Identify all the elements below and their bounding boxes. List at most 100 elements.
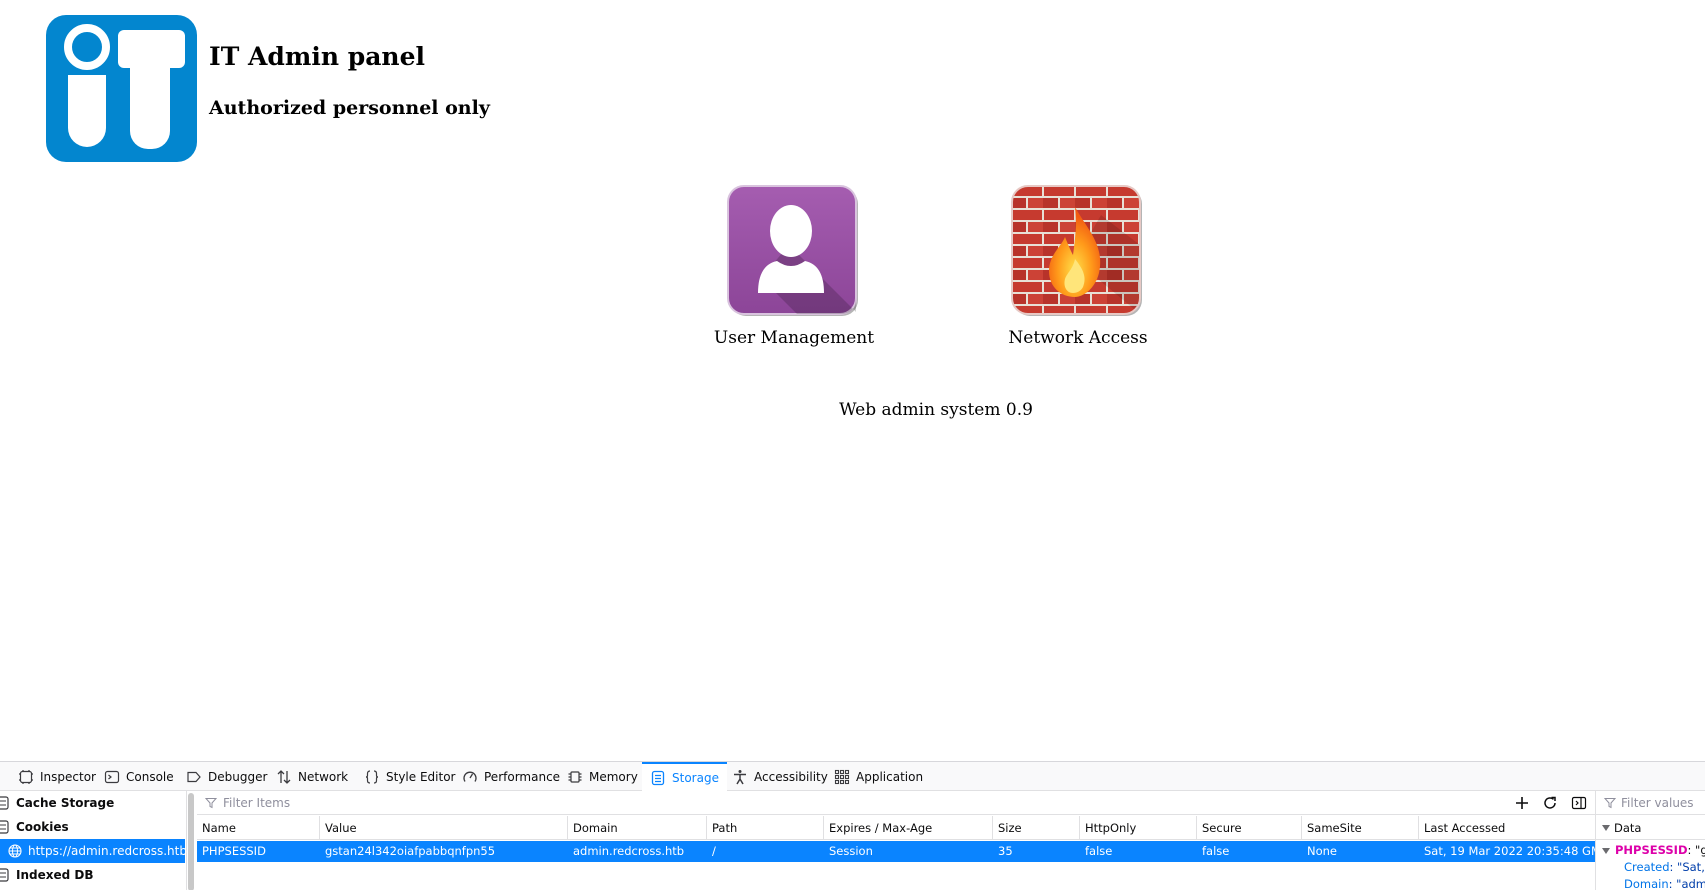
tree-item-admin-redcross[interactable]: https://admin.redcross.htb [0,839,187,863]
chevron-down-icon [1602,825,1610,831]
user-icon [727,185,858,316]
tab-accessibility[interactable]: Accessibility [724,762,836,791]
admin-page: IT Admin panel Authorized personnel only… [0,0,1705,761]
filter-icon [205,797,217,808]
data-entry[interactable]: PHPSESSID: "gsta [1602,842,1705,859]
tab-label: Memory [589,769,638,784]
tab-debugger[interactable]: Debugger [178,762,275,791]
cookie-domain: admin.redcross.htb [573,844,685,858]
tree-item-label: Cache Storage [16,796,115,810]
performance-icon [463,771,477,782]
table-row[interactable]: PHPSESSID gstan24l342oiafpabbqnfpn55 adm… [197,841,1595,862]
column-header[interactable]: Secure [1197,816,1302,840]
network-icon [277,769,291,784]
column-header[interactable]: Path [707,816,824,840]
devtools-toolbar: Inspector Console Debugger Network Style… [0,762,1705,791]
cookie-last-accessed: Sat, 19 Mar 2022 20:35:48 GMT [1424,844,1595,858]
tab-label: Application [856,769,924,784]
storage-icon [0,868,9,882]
toggle-sidebar-button[interactable] [1569,794,1589,812]
tab-style-editor[interactable]: Style Editor [356,762,463,791]
data-created-label: Created [1624,860,1670,874]
tree-item-indexed-db[interactable]: Indexed DB [0,863,187,887]
filter-values-bar [1596,791,1705,815]
column-header[interactable]: SameSite [1302,816,1419,840]
tab-performance[interactable]: Performance [454,762,568,791]
tab-label: Style Editor [386,769,456,784]
tree-item-label: Indexed DB [16,868,94,882]
firewall-icon [1011,185,1142,316]
data-header-label: Data [1614,821,1642,835]
it-logo-icon [46,15,197,162]
inspector-icon [19,769,33,784]
filter-items-input[interactable] [223,795,523,810]
data-entry-value: : "gsta [1687,843,1705,857]
refresh-icon [1544,796,1556,809]
version-text: Web admin system 0.9 [839,400,1033,420]
cookie-value: gstan24l342oiafpabbqnfpn55 [325,844,496,858]
storage-icon [651,770,665,785]
column-header[interactable]: Domain [568,816,707,840]
storage-icon [0,820,9,834]
tree-item-cookies[interactable]: Cookies [0,815,187,839]
page-title: IT Admin panel [209,42,425,71]
data-entry-key: PHPSESSID [1615,843,1688,857]
tab-label: Performance [484,769,561,784]
tab-label: Storage [672,770,719,785]
column-header[interactable]: Value [320,816,568,840]
application-icon [834,769,850,784]
data-panel: Data PHPSESSID: "gsta Created: "Sat, 19 … [1595,791,1705,890]
page-subtitle: Authorized personnel only [209,97,490,119]
user-management-label: User Management [713,328,875,348]
tree-item-cache-storage[interactable]: Cache Storage [0,791,187,815]
sidebar-toggle-icon [1571,796,1587,810]
cookie-path: / [712,844,716,858]
data-domain: Domain: "admin. [1624,876,1705,890]
network-access-link[interactable]: Network Access [978,185,1178,348]
tab-network[interactable]: Network [268,762,356,791]
style-editor-icon [365,769,379,784]
tab-label: Accessibility [754,769,828,784]
filter-values-input[interactable] [1621,795,1705,810]
data-domain-value: : "admin. [1668,877,1705,890]
table-header: Name Value Domain Path Expires / Max-Age… [197,816,1595,840]
column-header[interactable]: Size [993,816,1080,840]
cookie-secure: false [1202,844,1230,858]
column-header[interactable]: Last Accessed [1419,816,1595,840]
cookie-httponly: false [1085,844,1113,858]
filter-icon [1604,797,1616,808]
tab-application[interactable]: Application [826,762,931,791]
column-header[interactable]: HttpOnly [1080,816,1197,840]
tree-scrollbar[interactable] [188,793,194,890]
devtools-panel: Inspector Console Debugger Network Style… [0,761,1705,890]
data-created-value: : "Sat, 19 [1669,860,1705,874]
cookie-name: PHPSESSID [202,844,266,858]
storage-tree: Cache Storage Cookies https://admin.redc… [0,791,187,890]
globe-icon [8,844,22,858]
refresh-button[interactable] [1540,794,1560,812]
accessibility-icon [734,769,746,784]
cookie-expires: Session [829,844,873,858]
column-header[interactable]: Name [197,816,320,840]
tab-storage[interactable]: Storage [642,762,727,791]
network-access-label: Network Access [1008,328,1148,348]
column-header[interactable]: Expires / Max-Age [824,816,993,840]
add-item-button[interactable] [1512,794,1532,812]
storage-icon [0,796,9,810]
data-domain-label: Domain [1624,877,1669,890]
tree-item-label: https://admin.redcross.htb [28,844,187,858]
tab-memory[interactable]: Memory [559,762,646,791]
tab-label: Console [126,769,174,784]
data-header[interactable]: Data [1596,816,1705,840]
debugger-icon [187,771,201,782]
tab-label: Network [298,769,349,784]
tab-label: Inspector [40,769,96,784]
tab-console[interactable]: Console [96,762,182,791]
cookie-table: Name Value Domain Path Expires / Max-Age… [197,791,1595,890]
tab-inspector[interactable]: Inspector [10,762,104,791]
filter-bar [197,791,1595,815]
cookie-size: 35 [998,844,1013,858]
console-icon [104,770,120,783]
tab-label: Debugger [208,769,268,784]
user-management-link[interactable]: User Management [694,185,894,348]
